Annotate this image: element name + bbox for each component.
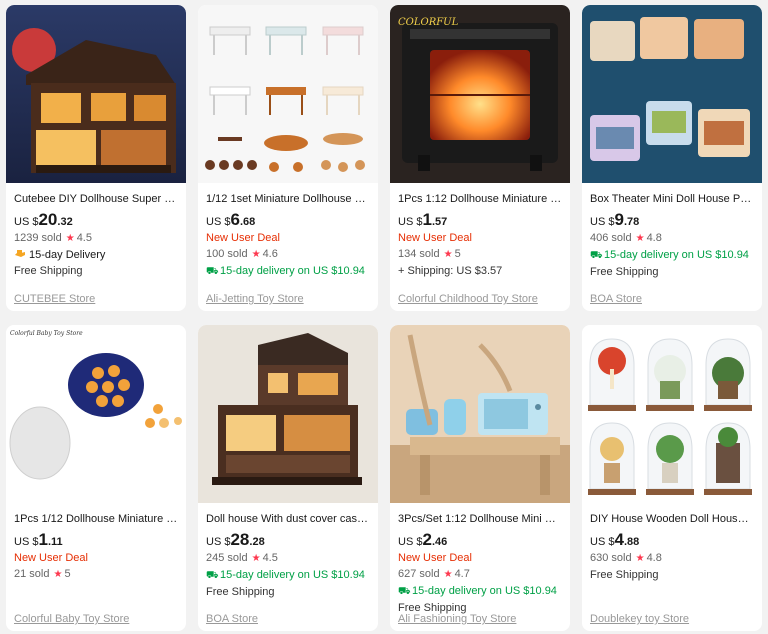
delivery-info: ⛟15-day delivery on US $10.94 (206, 263, 370, 280)
product-card[interactable]: 3Pcs/Set 1:12 Dollhouse Mini Micr... US … (390, 325, 570, 631)
shipping-info: Free Shipping (590, 569, 659, 581)
product-card[interactable]: Box Theater Mini Doll House Prefa... US … (582, 5, 762, 311)
truck-icon: ⛟ (206, 570, 219, 581)
star-icon: ★ (443, 249, 453, 260)
sold-rating: 245 sold ★ 4.5 (206, 552, 278, 564)
sold-rating: 627 sold ★ 4.7 (398, 568, 470, 580)
product-card[interactable]: 1/12 1set Miniature Dollhouse Fur... US … (198, 5, 378, 311)
product-title[interactable]: 1Pcs 1/12 Dollhouse Miniature Da... (14, 511, 178, 527)
svg-text:Colorful Baby Toy Store: Colorful Baby Toy Store (10, 330, 83, 337)
product-price: US $20.32 (14, 210, 73, 229)
product-price: US $1.11 (14, 530, 63, 549)
product-image[interactable] (582, 325, 762, 503)
product-card[interactable]: Colorful Baby Toy Store 1Pcs 1/12 Dollho… (6, 325, 186, 631)
star-icon: ★ (65, 233, 75, 244)
store-link[interactable]: BOA Store (206, 613, 258, 625)
product-card[interactable]: Cutebee DIY Dollhouse Super Mini... US $… (6, 5, 186, 311)
new-user-deal-badge: New User Deal (206, 232, 280, 244)
wooden-dollhouse-icon (198, 325, 378, 503)
product-card[interactable]: COLORFUL 1Pcs 1:12 Dollhouse Miniature S… (390, 5, 570, 311)
fireplace-icon: COLORFUL (390, 5, 570, 183)
delivery-info: ⛟15-day delivery on US $10.94 (206, 567, 370, 584)
cookie-tin-icon: Colorful Baby Toy Store (6, 325, 186, 503)
product-image[interactable] (198, 325, 378, 503)
truck-icon: ⛟ (206, 266, 219, 277)
shipping-info: Free Shipping (14, 265, 83, 277)
glass-dome-houses-icon (582, 325, 762, 503)
product-card[interactable]: Doll house With dust cover casa M... US … (198, 325, 378, 631)
product-price: US $1.57 (398, 210, 448, 229)
product-image[interactable] (198, 5, 378, 183)
product-price: US $2.46 (398, 530, 448, 549)
new-user-deal-badge: New User Deal (398, 232, 472, 244)
delivery-info: ⛟15-day delivery on US $10.94 (590, 247, 754, 264)
new-user-deal-badge: New User Deal (14, 552, 88, 564)
sold-rating: 1239 sold ★ 4.5 (14, 232, 92, 244)
star-icon: ★ (635, 553, 645, 564)
new-user-deal-badge: New User Deal (398, 552, 472, 564)
store-link[interactable]: Colorful Childhood Toy Store (398, 293, 538, 305)
sold-rating: 630 sold ★ 4.8 (590, 552, 662, 564)
product-price: US $9.78 (590, 210, 640, 229)
sold-rating: 100 sold ★ 4.6 (206, 248, 278, 260)
product-price: US $4.88 (590, 530, 640, 549)
star-icon: ★ (251, 249, 261, 260)
truck-icon: ⛟ (398, 586, 411, 597)
product-image[interactable]: COLORFUL (390, 5, 570, 183)
star-icon: ★ (53, 569, 63, 580)
store-link[interactable]: CUTEBEE Store (14, 293, 95, 305)
product-title[interactable]: DIY House Wooden Doll Houses M... (590, 511, 754, 527)
sold-rating: 21 sold ★ 5 (14, 568, 71, 580)
delivery-info: ⛟15-day delivery on US $10.94 (398, 583, 562, 600)
sold-rating: 406 sold ★ 4.8 (590, 232, 662, 244)
shipping-info: Free Shipping (590, 266, 659, 278)
product-price: US $6.68 (206, 210, 256, 229)
product-title[interactable]: 3Pcs/Set 1:12 Dollhouse Mini Micr... (398, 511, 562, 527)
product-title[interactable]: 1Pcs 1:12 Dollhouse Miniature Sim... (398, 191, 562, 207)
hand-truck-icon (15, 250, 25, 257)
product-title[interactable]: Box Theater Mini Doll House Prefa... (590, 191, 754, 207)
sold-rating: 134 sold ★ 5 (398, 248, 461, 260)
truck-icon: ⛟ (590, 250, 603, 261)
product-image[interactable] (6, 5, 186, 183)
product-price: US $28.28 (206, 530, 265, 549)
product-image[interactable] (390, 325, 570, 503)
product-image[interactable] (582, 5, 762, 183)
product-title[interactable]: 1/12 1set Miniature Dollhouse Fur... (206, 191, 370, 207)
svg-text:COLORFUL: COLORFUL (398, 17, 459, 28)
store-link[interactable]: Colorful Baby Toy Store (14, 613, 129, 625)
mini-furniture-icon (198, 5, 378, 183)
dollhouse-lit-icon (6, 5, 186, 183)
star-icon: ★ (251, 553, 261, 564)
product-title[interactable]: Doll house With dust cover casa M... (206, 511, 370, 527)
store-link[interactable]: Ali-Jetting Toy Store (206, 293, 304, 305)
shipping-info: Free Shipping (206, 586, 275, 598)
mini-appliances-icon (390, 325, 570, 503)
product-title[interactable]: Cutebee DIY Dollhouse Super Mini... (14, 191, 178, 207)
star-icon: ★ (635, 233, 645, 244)
store-link[interactable]: Doublekey toy Store (590, 613, 689, 625)
box-theater-icon (582, 5, 762, 183)
product-card[interactable]: DIY House Wooden Doll Houses M... US $4.… (582, 325, 762, 631)
product-image[interactable]: Colorful Baby Toy Store (6, 325, 186, 503)
store-link[interactable]: BOA Store (590, 293, 642, 305)
store-link[interactable]: Ali Fashioning Toy Store (398, 613, 516, 625)
delivery-info: 15-day Delivery (14, 247, 178, 263)
star-icon: ★ (443, 569, 453, 580)
product-grid: Cutebee DIY Dollhouse Super Mini... US $… (6, 5, 762, 631)
shipping-info: + Shipping: US $3.57 (398, 265, 503, 277)
